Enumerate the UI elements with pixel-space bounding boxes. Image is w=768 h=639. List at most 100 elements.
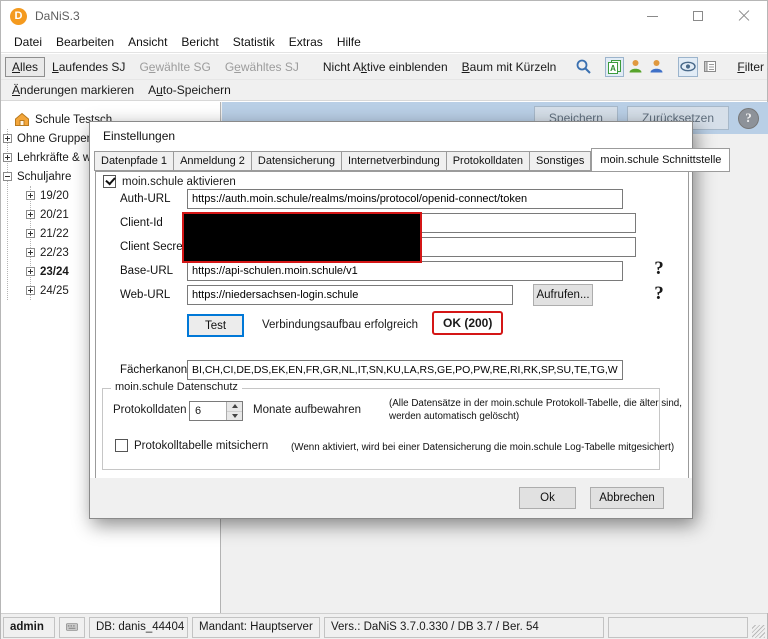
expand-icon[interactable] (26, 229, 35, 238)
menu-bericht[interactable]: Bericht (174, 32, 225, 52)
protokolltabelle-mitsichern-checkbox[interactable] (115, 439, 128, 452)
keep-note-line-1: (Alle Datensätze in der moin.schule Prot… (389, 397, 682, 410)
maximize-button[interactable] (675, 1, 721, 31)
notebook-icon (701, 58, 718, 75)
status-bar: admin DB: danis_44404 Mandant: Hauptserv… (1, 613, 767, 639)
aufrufen-button[interactable]: Aufrufen... (533, 284, 593, 306)
title-bar: D DaNiS.3 (1, 1, 767, 31)
window-controls (629, 1, 767, 31)
expand-icon[interactable] (26, 286, 35, 295)
web-url-label: Web-URL (120, 285, 186, 305)
tab-anmeldung[interactable]: Anmeldung 2 (174, 151, 252, 171)
faecherkanon-label: Fächerkanon (120, 360, 186, 380)
close-icon (738, 10, 750, 22)
protokolldaten-label: Protokolldaten (113, 404, 187, 416)
toolbar-gewaehltes-sj-button: Gewähltes SJ (218, 57, 306, 77)
base-url-help-icon[interactable]: ? (648, 258, 670, 282)
toolbar-baum-kuerzeln-button[interactable]: Baum mit Kürzeln (455, 57, 564, 77)
tree-label: Ohne Gruppenz (17, 133, 99, 145)
arrow-down-icon (232, 414, 238, 418)
auto-speichern-button[interactable]: Auto-Speichern (141, 80, 238, 100)
help-round-button[interactable]: ? (738, 108, 759, 129)
collapse-icon[interactable] (3, 172, 12, 181)
menu-bearbeiten[interactable]: Bearbeiten (49, 32, 121, 52)
dialog-tab-bar: Datenpfade 1 Anmeldung 2 Datensicherung … (94, 150, 730, 171)
test-button[interactable]: Test (187, 314, 244, 337)
menu-hilfe[interactable]: Hilfe (330, 32, 368, 52)
test-status-text: Verbindungsaufbau erfolgreich (262, 319, 418, 331)
protokolldaten-spinner[interactable]: 6 (189, 401, 243, 421)
web-url-input[interactable] (187, 285, 513, 305)
close-button[interactable] (721, 1, 767, 31)
person-blue-icon (648, 58, 665, 75)
expand-icon[interactable] (26, 248, 35, 257)
faecherkanon-input[interactable] (187, 360, 623, 380)
student-green-button[interactable] (626, 57, 645, 77)
expand-icon[interactable] (3, 153, 12, 162)
journal-button[interactable] (700, 57, 719, 77)
toolbar-laufendes-sj-button[interactable]: Laufendes SJ (45, 57, 132, 77)
tree-label: 19/20 (40, 190, 69, 202)
moin-schule-aktivieren-checkbox[interactable] (103, 175, 116, 188)
status-keyboard-panel (59, 617, 85, 638)
expand-icon[interactable] (3, 134, 12, 143)
keyboard-icon (66, 622, 78, 632)
maximize-icon (693, 11, 703, 21)
auth-url-input[interactable] (187, 189, 623, 209)
monate-aufbewahren-label: Monate aufbewahren (253, 404, 361, 416)
cancel-button[interactable]: Abbrechen (590, 487, 664, 509)
status-empty-panel (608, 617, 748, 638)
menu-statistik[interactable]: Statistik (226, 32, 282, 52)
minimize-icon (647, 16, 658, 17)
tab-datensicherung[interactable]: Datensicherung (252, 151, 342, 171)
filter-aktivieren-button[interactable]: Filter aktivieren (730, 57, 768, 77)
expand-icon[interactable] (26, 191, 35, 200)
tab-datenpfade[interactable]: Datenpfade 1 (94, 151, 174, 171)
menu-extras[interactable]: Extras (282, 32, 330, 52)
resize-grip[interactable] (752, 625, 765, 638)
school-icon (14, 112, 30, 127)
datenschutz-groupbox: moin.schule Datenschutz Protokolldaten 6… (102, 388, 660, 470)
menu-ansicht[interactable]: Ansicht (121, 32, 174, 52)
tree-label: Lehrkräfte & we (17, 152, 98, 164)
minimize-button[interactable] (629, 1, 675, 31)
document-a-icon: A (606, 58, 623, 75)
aenderungen-markieren-button[interactable]: Änderungen markieren (5, 80, 141, 100)
expand-icon[interactable] (26, 267, 35, 276)
tab-protokolldaten[interactable]: Protokolldaten (447, 151, 530, 171)
search-button[interactable] (574, 57, 593, 77)
spinner-down-button[interactable] (227, 412, 242, 421)
auth-url-label: Auth-URL (120, 189, 186, 209)
view-toggle-button[interactable] (678, 57, 698, 77)
tab-sonstiges[interactable]: Sonstiges (530, 151, 591, 171)
status-version: Vers.: DaNiS 3.7.0.330 / DB 3.7 / Ber. 5… (324, 617, 604, 638)
tab-internetverbindung[interactable]: Internetverbindung (342, 151, 447, 171)
base-url-input[interactable] (187, 261, 623, 281)
activate-row: moin.schule aktivieren (103, 175, 236, 188)
student-blue-button[interactable] (647, 57, 666, 77)
show-all-records-button[interactable]: A (605, 57, 624, 77)
tree-label: 21/22 (40, 228, 69, 240)
status-user: admin (3, 617, 55, 638)
web-url-help-icon[interactable]: ? (648, 283, 670, 307)
ok-button[interactable]: Ok (519, 487, 576, 509)
toolbar-alles-button[interactable]: Alles (5, 57, 45, 77)
dialog-footer: Ok Abbrechen (90, 478, 692, 518)
menu-bar: Datei Bearbeiten Ansicht Bericht Statist… (1, 31, 767, 53)
client-id-label: Client-Id (120, 213, 186, 233)
spinner-up-button[interactable] (227, 402, 242, 412)
redacted-credentials-overlay (182, 212, 422, 263)
search-icon (575, 58, 592, 75)
keep-note-line-2: werden automatisch gelöscht) (389, 410, 519, 423)
toolbar-gewaehlte-sg-button: Gewählte SG (132, 57, 217, 77)
backup-note: (Wenn aktiviert, wird bei einer Datensic… (291, 441, 674, 454)
danis-app-window: { "titlebar": { "title": "DaNiS.3" }, "m… (0, 0, 768, 639)
spinner-buttons (226, 402, 242, 420)
tree-label: 23/24 (40, 266, 69, 278)
dialog-title-bar[interactable]: Einstellungen (90, 122, 692, 150)
menu-datei[interactable]: Datei (7, 32, 49, 52)
toolbar-nicht-aktive-button[interactable]: Nicht Aktive einblenden (316, 57, 455, 77)
tab-moin-schule-schnittstelle[interactable]: moin.schule Schnittstelle (591, 148, 730, 172)
app-title: DaNiS.3 (35, 9, 80, 23)
expand-icon[interactable] (26, 210, 35, 219)
